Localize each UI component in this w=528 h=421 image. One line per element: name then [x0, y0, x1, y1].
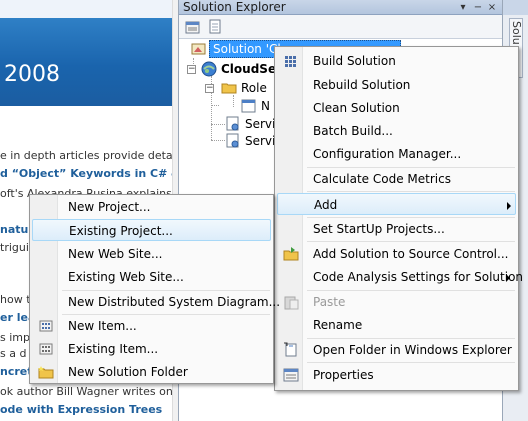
properties-icon [185, 21, 200, 34]
article-text: ok author Bill Wagner writes on th [0, 385, 178, 398]
menu-item-properties[interactable]: Properties [277, 364, 516, 386]
menu-item-label: Code Analysis Settings for Solution [313, 270, 524, 284]
service-label: Servi [245, 134, 276, 148]
menu-item-label: Rebuild Solution [313, 78, 411, 92]
menu-item-label: Batch Build... [313, 124, 393, 138]
show-all-files-icon [209, 19, 221, 34]
properties-icon [283, 367, 299, 383]
close-panel-button[interactable]: × [486, 0, 498, 15]
article-text: s imp [0, 331, 30, 344]
side-tab-label: Solu [510, 21, 523, 45]
menu-item-label: New Project... [68, 200, 151, 214]
article-text: trigui [0, 241, 29, 254]
cloud-service-icon [201, 61, 217, 77]
menu-separator [307, 362, 515, 363]
article-link[interactable]: d “Object” Keywords in C# 4.0 [0, 167, 178, 181]
solution-explorer-toolbar [179, 15, 503, 39]
menu-item-label: Set StartUp Projects... [313, 222, 445, 236]
menu-separator [307, 241, 515, 242]
menu-item-add[interactable]: Add [277, 193, 516, 215]
menu-item-new-distributed-system-diagram[interactable]: New Distributed System Diagram... [32, 291, 280, 313]
article-link[interactable]: ode with Expression Trees [0, 403, 162, 417]
start-page-header-strip [0, 0, 178, 18]
menu-item-code-analysis-settings[interactable]: Code Analysis Settings for Solution [277, 266, 523, 288]
menu-item-label: Build Solution [313, 54, 396, 68]
menu-item-rebuild-solution[interactable]: Rebuild Solution [277, 74, 516, 96]
open-folder-icon [283, 342, 299, 358]
menu-item-add-solution-to-source-control[interactable]: Add Solution to Source Control... [277, 243, 516, 265]
menu-item-build-solution[interactable]: Build Solution [277, 50, 516, 72]
menu-item-rename[interactable]: Rename [277, 314, 516, 336]
submenu-arrow-icon [507, 202, 511, 210]
show-all-files-toolbar-button[interactable] [207, 19, 224, 35]
collapse-toggle[interactable]: − [187, 65, 196, 74]
menu-item-configuration-manager[interactable]: Configuration Manager... [277, 143, 516, 165]
article-text: s a d [0, 347, 27, 360]
menu-item-label: New Distributed System Diagram... [68, 295, 281, 309]
menu-item-label: Open Folder in Windows Explorer [313, 343, 512, 357]
solution-explorer-title: Solution Explorer [183, 0, 286, 14]
add-submenu: New Project... Existing Project... New W… [29, 194, 280, 384]
menu-item-label: Configuration Manager... [313, 147, 462, 161]
auto-hide-button[interactable]: − [472, 0, 484, 15]
solution-explorer-titlebar: Solution Explorer ▾ − × [179, 0, 503, 15]
menu-item-label: Existing Item... [68, 342, 159, 356]
menu-item-new-project[interactable]: New Project... [32, 196, 271, 218]
article-link[interactable]: ncret [0, 365, 33, 379]
menu-item-new-item[interactable]: New Item... [32, 315, 271, 337]
project-label: CloudSe [221, 62, 277, 76]
service-label: Servi [245, 117, 276, 131]
menu-item-label: Add Solution to Source Control... [313, 247, 509, 261]
build-icon [283, 53, 299, 69]
menu-item-label: Properties [313, 368, 374, 382]
menu-item-new-solution-folder[interactable]: New Solution Folder [32, 361, 271, 383]
menu-item-calculate-code-metrics[interactable]: Calculate Code Metrics [277, 168, 516, 190]
menu-item-label: New Solution Folder [68, 365, 188, 379]
tree-item-roles[interactable]: − Role [205, 79, 285, 97]
source-control-icon [283, 246, 299, 262]
menu-item-batch-build[interactable]: Batch Build... [277, 120, 516, 142]
submenu-arrow-icon [506, 274, 510, 282]
new-folder-icon [38, 364, 54, 380]
menu-item-existing-project[interactable]: Existing Project... [32, 219, 271, 241]
menu-separator [307, 191, 515, 192]
existing-item-icon [38, 341, 54, 357]
menu-item-label: Existing Project... [69, 224, 173, 238]
window-position-button[interactable]: ▾ [457, 0, 469, 15]
menu-item-label: Existing Web Site... [68, 270, 184, 284]
menu-item-label: New Item... [68, 319, 137, 333]
right-dock-titlebar [503, 0, 528, 15]
solution-context-menu: Build Solution Rebuild Solution Clean So… [274, 46, 523, 391]
start-page-banner: 2008 [0, 18, 178, 106]
menu-item-open-folder-in-windows-explorer[interactable]: Open Folder in Windows Explorer [277, 339, 516, 361]
menu-item-existing-item[interactable]: Existing Item... [32, 338, 271, 360]
menu-item-new-web-site[interactable]: New Web Site... [32, 243, 271, 265]
menu-item-label: Calculate Code Metrics [313, 172, 451, 186]
menu-item-label: Clean Solution [313, 101, 400, 115]
properties-toolbar-button[interactable] [185, 19, 202, 35]
menu-item-label: Add [314, 198, 338, 212]
article-text: how t [0, 293, 31, 306]
definition-file-icon [225, 133, 241, 149]
banner-year: 2008 [4, 62, 60, 87]
roles-label: Role [241, 81, 267, 95]
paste-icon [283, 294, 299, 310]
menu-item-existing-web-site[interactable]: Existing Web Site... [32, 266, 271, 288]
role-label: N [261, 99, 270, 113]
article-link[interactable]: natu [0, 223, 28, 237]
web-role-icon [241, 98, 257, 114]
config-file-icon [225, 116, 241, 132]
article-text: e in depth articles provide details a [0, 149, 178, 162]
menu-item-label: Paste [313, 295, 346, 309]
menu-item-label: New Web Site... [68, 247, 163, 261]
new-item-icon [38, 318, 54, 334]
menu-item-label: Rename [313, 318, 363, 332]
collapse-toggle[interactable]: − [205, 84, 214, 93]
menu-item-clean-solution[interactable]: Clean Solution [277, 97, 516, 119]
menu-item-set-startup-projects[interactable]: Set StartUp Projects... [277, 218, 516, 240]
solution-icon [191, 41, 207, 57]
menu-item-paste[interactable]: Paste [277, 291, 516, 313]
folder-icon [221, 80, 237, 96]
